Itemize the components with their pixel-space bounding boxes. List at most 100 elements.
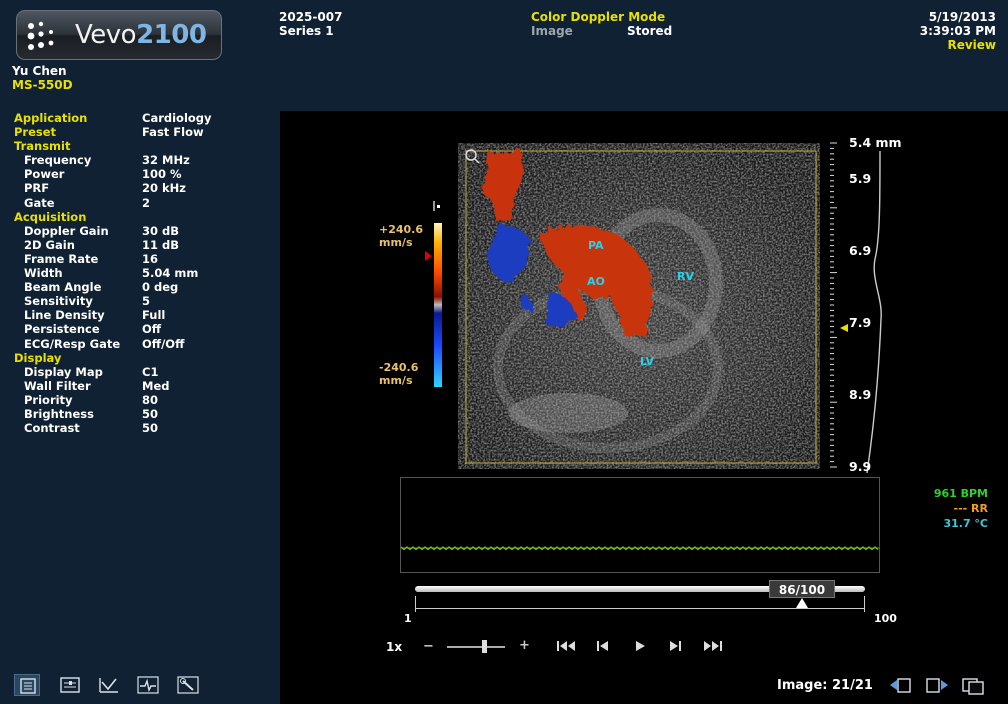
param-row: Persistence Off bbox=[14, 322, 276, 336]
param-row: Width 5.04 mm bbox=[14, 266, 276, 280]
param-row: Frequency 32 MHz bbox=[14, 153, 276, 167]
patient-list-button[interactable] bbox=[14, 674, 40, 696]
transducer-name: MS-550D bbox=[12, 78, 73, 92]
last-frame-icon bbox=[704, 641, 722, 651]
param-label: Display Map bbox=[24, 364, 103, 379]
param-label: Beam Angle bbox=[24, 280, 102, 295]
param-value: 100 % bbox=[142, 167, 182, 182]
colorbar-min: -240.6 bbox=[379, 361, 419, 374]
color-scale-bar bbox=[425, 201, 442, 387]
param-label: Wall Filter bbox=[24, 378, 91, 393]
image-status: Stored bbox=[627, 24, 673, 38]
param-label: Line Density bbox=[24, 308, 105, 323]
logo-brand: Vevo bbox=[75, 20, 137, 50]
speed-increase-button[interactable]: + bbox=[519, 638, 530, 653]
ultrasound-image bbox=[458, 143, 820, 469]
param-label: Doppler Gain bbox=[24, 223, 109, 238]
param-row: Contrast 50 bbox=[14, 421, 276, 435]
param-label: PRF bbox=[24, 181, 50, 196]
param-row: Wall Filter Med bbox=[14, 379, 276, 393]
param-label: Width bbox=[24, 266, 63, 281]
param-row: Application Cardiology bbox=[14, 111, 276, 125]
prev-frame-icon bbox=[597, 641, 608, 651]
param-row: Transmit bbox=[14, 139, 276, 153]
param-row: Display bbox=[14, 351, 276, 365]
last-frame-button[interactable] bbox=[701, 640, 723, 652]
param-row: Beam Angle 0 deg bbox=[14, 280, 276, 294]
date: 5/19/2013 bbox=[928, 10, 996, 24]
annotation-rv: RV bbox=[677, 270, 694, 283]
cine-tick-min bbox=[415, 596, 416, 612]
analysis-button[interactable] bbox=[96, 674, 122, 696]
next-frame-icon bbox=[670, 641, 681, 651]
tools-button[interactable] bbox=[175, 674, 201, 696]
temperature: 31.7 °C bbox=[943, 517, 988, 530]
speed-slider-track[interactable] bbox=[447, 646, 505, 648]
param-row: Line Density Full bbox=[14, 308, 276, 322]
param-row: Frame Rate 16 bbox=[14, 252, 276, 266]
param-value: Cardiology bbox=[142, 111, 212, 125]
depth-label: 5.9 bbox=[849, 171, 872, 186]
layout-button[interactable] bbox=[960, 676, 986, 696]
depth-label: 6.9 bbox=[849, 243, 872, 258]
annotation-pa: PA bbox=[588, 239, 604, 252]
param-label: Acquisition bbox=[14, 209, 87, 224]
series-label: Series 1 bbox=[279, 24, 334, 38]
colorbar-max: +240.6 bbox=[379, 223, 424, 236]
mode-title: Color Doppler Mode bbox=[531, 10, 666, 24]
param-label: Gate bbox=[24, 195, 55, 210]
next-frame-button[interactable] bbox=[668, 640, 682, 652]
param-value: 80 bbox=[142, 392, 159, 407]
prev-image-button[interactable] bbox=[888, 676, 914, 696]
param-label: Contrast bbox=[24, 421, 80, 436]
param-value: Off bbox=[142, 322, 162, 337]
speed-slider-thumb[interactable] bbox=[482, 640, 487, 653]
cine-tick-max bbox=[864, 596, 865, 612]
param-value: C1 bbox=[142, 364, 159, 379]
param-value: Fast Flow bbox=[142, 125, 204, 140]
play-button[interactable] bbox=[634, 640, 646, 652]
param-row: Priority 80 bbox=[14, 393, 276, 407]
ecg-trace bbox=[400, 546, 879, 551]
param-value: 50 bbox=[142, 406, 159, 421]
param-label: Frame Rate bbox=[24, 251, 99, 266]
measurement-button[interactable] bbox=[57, 674, 83, 696]
param-row: Sensitivity 5 bbox=[14, 294, 276, 308]
param-row: Display Map C1 bbox=[14, 365, 276, 379]
param-label: Priority bbox=[24, 392, 73, 407]
param-value: Med bbox=[142, 378, 170, 393]
next-image-icon bbox=[926, 678, 948, 693]
review-status: Review bbox=[947, 38, 996, 52]
param-row: Gate 2 bbox=[14, 196, 276, 210]
param-row: Power 100 % bbox=[14, 167, 276, 181]
annotation-ao: AO bbox=[587, 275, 605, 288]
logo-dots-icon bbox=[27, 21, 54, 50]
play-icon bbox=[636, 641, 645, 651]
param-value: 2 bbox=[142, 195, 151, 210]
param-value: Off/Off bbox=[142, 336, 185, 351]
measurement-icon bbox=[60, 677, 80, 693]
param-row: 2D Gain 11 dB bbox=[14, 238, 276, 252]
param-value: 0 deg bbox=[142, 280, 179, 295]
param-label: Power bbox=[24, 167, 65, 182]
param-label: Transmit bbox=[14, 139, 71, 154]
cine-range-line bbox=[415, 608, 865, 609]
acquisition-params: Application Cardiology Preset Fast Flow Tran… bbox=[14, 111, 276, 435]
ecg-strip bbox=[400, 477, 880, 573]
param-value: 50 bbox=[142, 421, 159, 436]
cine-frame-readout: 86/100 bbox=[769, 580, 835, 598]
tools-icon bbox=[177, 676, 199, 694]
prev-frame-button[interactable] bbox=[596, 640, 610, 652]
colorbar-min-label: -240.6 mm/s bbox=[379, 361, 418, 387]
baseline-marker-icon bbox=[425, 251, 432, 261]
colorbar-max-label: +240.6 mm/s bbox=[379, 223, 423, 249]
depth-label: 7.9 bbox=[849, 315, 872, 330]
annotation-lv: LV bbox=[640, 355, 655, 368]
next-image-button[interactable] bbox=[924, 676, 950, 696]
first-frame-button[interactable] bbox=[556, 640, 578, 652]
param-value: Full bbox=[142, 308, 166, 323]
speed-decrease-button[interactable]: − bbox=[423, 639, 434, 654]
resp-rate: --- RR bbox=[953, 502, 988, 515]
ecg-button[interactable] bbox=[135, 674, 161, 696]
param-value: 20 kHz bbox=[142, 181, 186, 196]
